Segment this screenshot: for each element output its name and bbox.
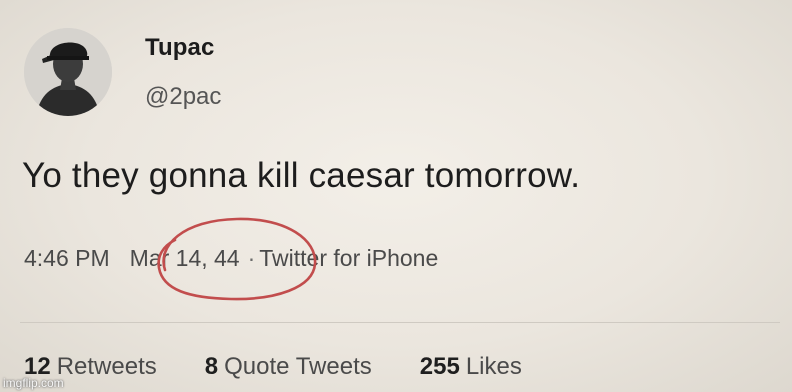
user-handle[interactable]: @2pac: [145, 83, 221, 111]
meta-separator: ·: [247, 245, 256, 271]
tweet-date[interactable]: Mar 14, 44: [130, 245, 240, 272]
divider: [20, 322, 780, 323]
tweet-card: Tupac @2pac Yo they gonna kill caesar to…: [0, 0, 792, 392]
tweet-source[interactable]: Twitter for iPhone: [259, 245, 438, 272]
profile-photo-icon: [24, 28, 112, 116]
tweet-meta: 4:46 PM Mar 14, 44 · Twitter for iPhone: [24, 245, 438, 272]
tweet-time[interactable]: 4:46 PM: [24, 245, 110, 272]
watermark: imgflip.com: [3, 376, 64, 390]
quote-tweets-stat[interactable]: 8 Quote Tweets: [205, 353, 372, 381]
likes-label: Likes: [465, 353, 522, 380]
avatar[interactable]: [24, 28, 112, 116]
likes-count: 255: [419, 353, 460, 380]
tweet-text: Yo they gonna kill caesar tomorrow.: [22, 156, 581, 195]
tweet-stats: 12 Retweets 8 Quote Tweets 255 Likes: [24, 353, 570, 381]
likes-stat[interactable]: 255 Likes: [420, 353, 522, 381]
display-name[interactable]: Tupac: [145, 34, 214, 62]
quote-tweets-label: Quote Tweets: [224, 353, 372, 380]
retweets-label: Retweets: [56, 353, 157, 380]
quote-tweets-count: 8: [204, 353, 219, 380]
